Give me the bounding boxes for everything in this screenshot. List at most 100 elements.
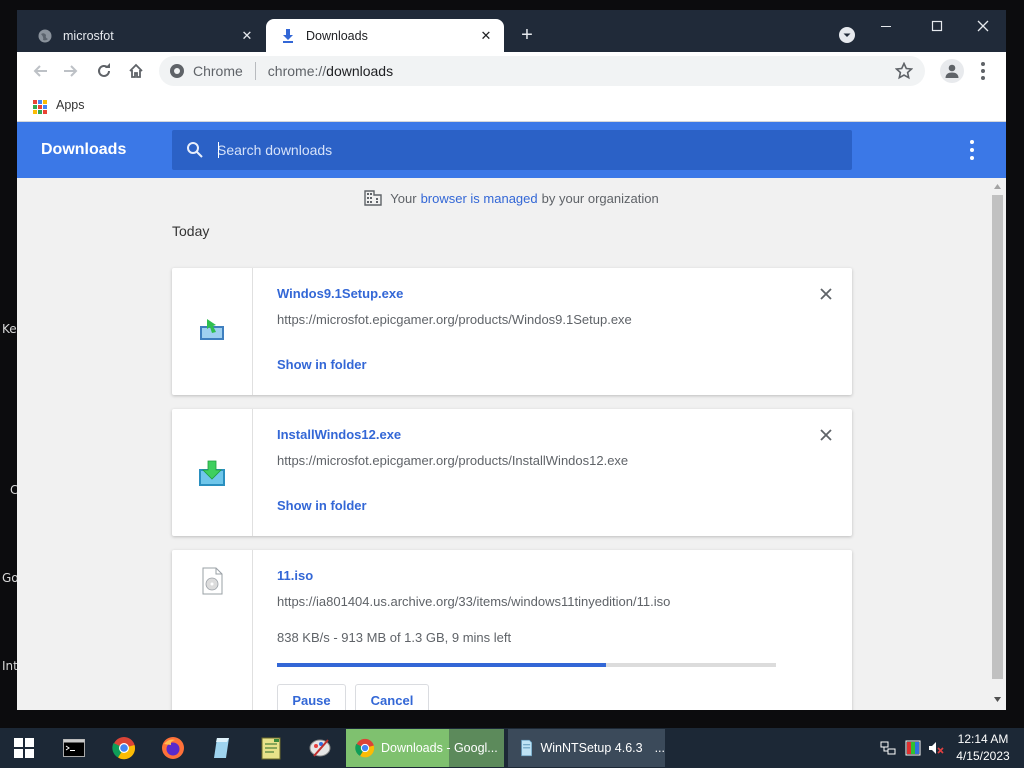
- dot: [970, 140, 974, 144]
- progress-fill: [277, 663, 607, 667]
- file-name-link[interactable]: Windos9.1Setup.exe: [277, 286, 403, 301]
- url-text: chrome://downloads: [268, 63, 393, 79]
- date-section-label: Today: [172, 223, 210, 239]
- address-bar[interactable]: Chrome chrome://downloads: [159, 56, 925, 86]
- taskbar-cmd[interactable]: [54, 728, 94, 768]
- desktop-icon-label: Int: [2, 659, 18, 673]
- downloads-menu-button[interactable]: [968, 140, 976, 160]
- file-icon-column: [172, 409, 253, 536]
- start-button[interactable]: [0, 728, 48, 768]
- taskbar-window-overflow: ...: [654, 741, 665, 755]
- taskbar: Downloads - Googl... WinNTSetup 4.6.3 ..…: [0, 728, 1024, 768]
- search-icon: [187, 142, 203, 158]
- browser-toolbar: Chrome chrome://downloads: [17, 52, 1006, 90]
- browser-menu-button[interactable]: [977, 61, 989, 81]
- arrow-left-icon: [33, 65, 47, 77]
- managed-link[interactable]: browser is managed: [421, 191, 538, 206]
- file-name-link[interactable]: InstallWindos12.exe: [277, 427, 401, 442]
- home-button[interactable]: [126, 61, 146, 81]
- apps-shortcut[interactable]: Apps: [56, 98, 85, 112]
- chrome-page-icon: [170, 64, 184, 78]
- tab-downloads[interactable]: Downloads ✕: [266, 19, 504, 52]
- crystal-app-icon: [214, 738, 229, 758]
- installer-icon[interactable]: [198, 316, 226, 344]
- omnibox-divider: [254, 62, 256, 80]
- download-item: Windos9.1Setup.exe https://microsfot.epi…: [172, 268, 852, 395]
- browser-window: microsfot ✕ Downloads ✕ + Chrome chrome:…: [17, 10, 1006, 710]
- file-icon-column: [172, 550, 253, 710]
- forward-button[interactable]: [61, 61, 81, 81]
- taskbar-window-label: WinNTSetup 4.6.3: [540, 741, 643, 755]
- scroll-down-arrow-icon[interactable]: [993, 695, 1002, 704]
- bookmark-star-icon[interactable]: [895, 62, 913, 80]
- bookmarks-bar: Apps: [17, 90, 1006, 122]
- back-button[interactable]: [30, 61, 50, 81]
- network-icon[interactable]: [880, 740, 896, 756]
- home-icon: [129, 63, 143, 78]
- reload-icon: [98, 63, 110, 77]
- taskbar-chrome[interactable]: [104, 728, 144, 768]
- clock-date: 4/15/2023: [956, 749, 1010, 763]
- notepad-icon: [261, 737, 281, 760]
- scroll-up-arrow-icon[interactable]: [993, 182, 1002, 191]
- taskbar-firefox[interactable]: [153, 728, 193, 768]
- close-window-button[interactable]: [960, 10, 1006, 42]
- apps-grid-icon[interactable]: [33, 100, 47, 114]
- remove-item-icon[interactable]: [819, 428, 833, 442]
- firefox-icon: [162, 737, 184, 759]
- paint-brush-icon: [309, 739, 331, 757]
- file-name-link[interactable]: 11.iso: [277, 568, 313, 583]
- taskbar-app-crystal[interactable]: [202, 728, 242, 768]
- page-title: Downloads: [41, 141, 127, 158]
- tab-search-button[interactable]: [839, 27, 855, 43]
- download-item-in-progress: 11.iso https://ia801404.us.archive.org/3…: [172, 550, 852, 710]
- search-input[interactable]: [217, 138, 817, 162]
- volume-muted-icon[interactable]: [928, 740, 944, 756]
- file-icon-column: [172, 268, 253, 395]
- clock-time: 12:14 AM: [957, 732, 1009, 746]
- windows-logo-icon: [14, 738, 34, 758]
- file-url[interactable]: https://ia801404.us.archive.org/33/items…: [277, 594, 670, 609]
- downloads-header: Downloads: [17, 122, 1006, 178]
- taskbar-app-notepad[interactable]: [251, 728, 291, 768]
- show-in-folder-link[interactable]: Show in folder: [277, 498, 367, 513]
- managed-suffix: by your organization: [541, 190, 659, 206]
- chrome-icon: [355, 738, 375, 758]
- pause-button[interactable]: Pause: [277, 684, 346, 710]
- disc-file-icon: [202, 567, 223, 595]
- arrow-right-icon: [64, 65, 78, 77]
- taskbar-window-winntsetup[interactable]: WinNTSetup 4.6.3 ...: [508, 729, 665, 767]
- reload-button[interactable]: [94, 61, 114, 81]
- tab-microsfot[interactable]: microsfot ✕: [23, 19, 265, 52]
- person-icon: [945, 64, 959, 78]
- taskbar-window-label: Downloads - Googl...: [381, 741, 498, 755]
- download-status: 838 KB/s - 913 MB of 1.3 GB, 9 mins left: [277, 630, 512, 645]
- remove-item-icon[interactable]: [819, 287, 833, 301]
- dot: [981, 62, 985, 67]
- taskbar-app-paint[interactable]: [300, 728, 340, 768]
- file-url[interactable]: https://microsfot.epicgamer.org/products…: [277, 453, 628, 468]
- new-tab-button[interactable]: +: [517, 25, 537, 45]
- building-icon: [364, 190, 382, 206]
- page-scrollbar[interactable]: [989, 178, 1006, 710]
- show-in-folder-link[interactable]: Show in folder: [277, 357, 367, 372]
- search-box[interactable]: [172, 130, 852, 170]
- close-tab-icon[interactable]: ✕: [478, 28, 494, 44]
- taskbar-window-downloads[interactable]: Downloads - Googl...: [346, 729, 504, 767]
- dot: [981, 68, 985, 73]
- text-caret: [218, 142, 219, 158]
- system-clock[interactable]: 12:14 AM 4/15/2023: [948, 731, 1018, 765]
- file-url[interactable]: https://microsfot.epicgamer.org/products…: [277, 312, 632, 327]
- downloads-list: Your browser is managed by your organiza…: [17, 178, 989, 710]
- maximize-button[interactable]: [914, 10, 960, 42]
- winntsetup-icon: [521, 739, 533, 757]
- scrollbar-thumb[interactable]: [992, 195, 1003, 679]
- download-installer-icon[interactable]: [198, 460, 226, 488]
- globe-icon: [37, 28, 53, 44]
- cancel-button[interactable]: Cancel: [355, 684, 429, 710]
- managed-prefix: Your: [390, 190, 417, 206]
- display-color-icon[interactable]: [905, 740, 921, 756]
- profile-button[interactable]: [940, 59, 964, 83]
- close-tab-icon[interactable]: ✕: [239, 28, 255, 44]
- minimize-button[interactable]: [863, 10, 909, 42]
